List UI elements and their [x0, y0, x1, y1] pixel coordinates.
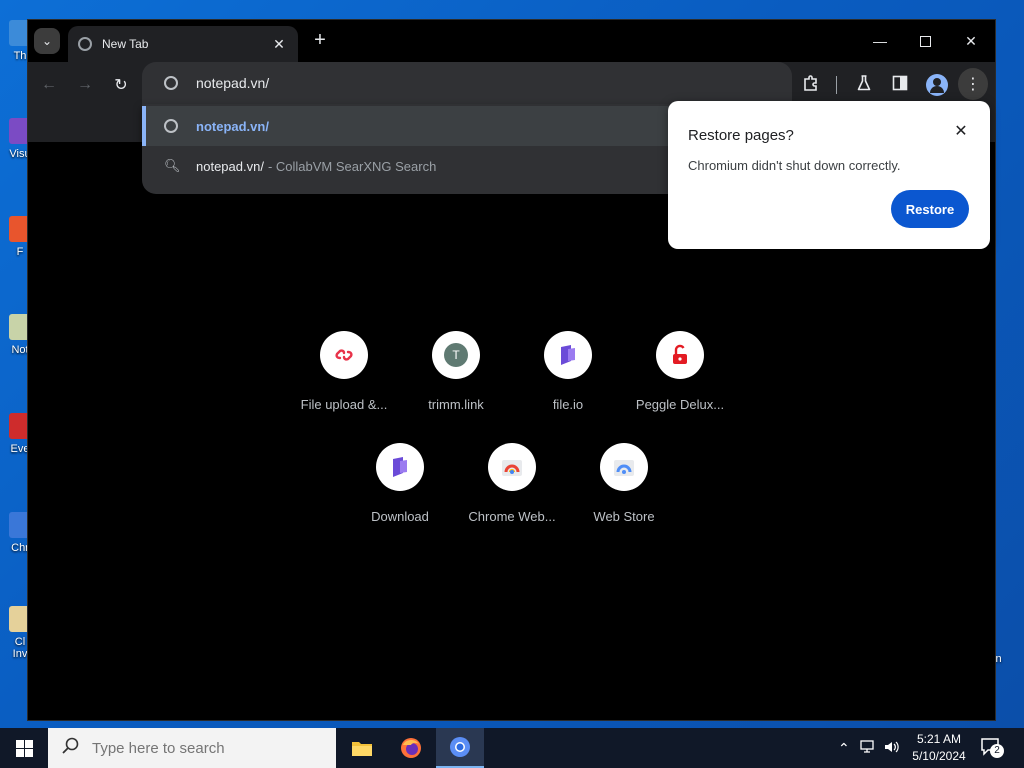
search-icon: [62, 737, 80, 760]
shortcut-tile[interactable]: Download: [344, 439, 456, 535]
shortcut-label: Web Store: [593, 509, 655, 524]
tab-title: New Tab: [102, 37, 149, 51]
menu-button[interactable]: ⋮: [958, 68, 988, 100]
reload-icon: ↻: [114, 77, 128, 94]
shortcut-label: File upload &...: [300, 397, 388, 412]
globe-icon: [164, 76, 178, 90]
fileio-logo-icon: [376, 443, 424, 491]
plus-icon: +: [314, 29, 326, 51]
puzzle-icon: [802, 74, 820, 96]
shortcut-tile[interactable]: Peggle Delux...: [624, 327, 736, 423]
maximize-button[interactable]: [902, 28, 948, 54]
globe-icon: [78, 37, 92, 51]
chrome-web-store-icon: [488, 443, 536, 491]
shortcut-tile[interactable]: file.io: [512, 327, 624, 423]
three-dots-vertical-icon: ⋮: [965, 76, 981, 93]
tab-search-button[interactable]: ⌄: [34, 28, 60, 54]
new-tab-button[interactable]: +: [310, 30, 330, 50]
dialog-title: Restore pages?: [688, 127, 794, 144]
close-icon[interactable]: ✕: [270, 36, 288, 53]
dialog-message: Chromium didn't shut down correctly.: [688, 158, 901, 173]
flask-icon: [856, 74, 872, 96]
maximize-icon: [919, 35, 931, 47]
letter-t-icon: T: [432, 331, 480, 379]
fileio-logo-icon: [544, 331, 592, 379]
start-button[interactable]: [0, 728, 48, 768]
shortcut-label: Peggle Delux...: [635, 397, 725, 412]
suggestion-text: notepad.vn/: [196, 118, 269, 134]
tab-new-tab[interactable]: New Tab ✕: [68, 26, 298, 62]
taskbar: ⌃ 5:21 AM 5/10/2024 2: [0, 728, 1024, 768]
search-icon: 🔍︎: [164, 158, 181, 173]
restore-pages-dialog: Restore pages? ✕ Chromium didn't shut do…: [668, 101, 990, 249]
tab-strip: ⌄ New Tab ✕ + — ✕: [28, 20, 995, 62]
omnibox[interactable]: [142, 62, 792, 104]
browser-window: ⌄ New Tab ✕ + — ✕ ← → ↻ notepad.vn/ ⋮ Fi…: [28, 20, 995, 720]
minimize-icon: —: [873, 33, 887, 49]
avatar-icon: [933, 78, 941, 86]
reload-button[interactable]: ↻: [108, 72, 134, 98]
shortcut-label: Chrome Web...: [468, 509, 556, 524]
side-panel-button[interactable]: [888, 74, 912, 96]
chromium-icon: [450, 737, 470, 757]
taskbar-search-input[interactable]: [92, 739, 312, 757]
windows-logo-icon: [15, 739, 33, 757]
shortcut-tile[interactable]: T trimm.link: [400, 327, 512, 423]
restore-button[interactable]: Restore: [891, 190, 969, 228]
suggestion-text: notepad.vn/: [196, 158, 264, 174]
notifications-button[interactable]: 2: [980, 736, 1004, 760]
chevron-down-icon: ⌄: [41, 34, 53, 48]
close-icon[interactable]: ✕: [952, 123, 970, 141]
shortcut-tile[interactable]: Web Store: [568, 439, 680, 535]
close-window-button[interactable]: ✕: [948, 28, 994, 54]
minimize-button[interactable]: —: [857, 28, 903, 54]
firefox-icon: [401, 738, 421, 758]
address-input[interactable]: [196, 75, 596, 91]
shortcut-label: trimm.link: [428, 397, 484, 412]
volume-icon[interactable]: [884, 740, 900, 757]
suggestion-subtext: - CollabVM SearXNG Search: [267, 158, 437, 174]
web-store-icon: [600, 443, 648, 491]
notification-badge: 2: [990, 744, 1004, 758]
taskbar-search[interactable]: [48, 728, 336, 768]
unlock-icon: [656, 331, 704, 379]
shortcut-tile[interactable]: Chrome Web...: [456, 439, 568, 535]
clock-date: 5/10/2024: [912, 749, 966, 763]
chevron-up-icon[interactable]: ⌃: [838, 740, 850, 757]
arrow-left-icon: ←: [41, 76, 57, 93]
toolbar-divider: [836, 76, 837, 94]
clock-time: 5:21 AM: [916, 732, 962, 746]
shortcut-tile[interactable]: File upload &...: [288, 327, 400, 423]
side-panel-icon: [892, 75, 908, 95]
link-icon: [320, 331, 368, 379]
chromium-taskbar-button[interactable]: [436, 728, 484, 768]
shortcut-label: Download: [371, 509, 429, 524]
arrow-right-icon: →: [77, 76, 93, 93]
extensions-button[interactable]: [799, 74, 823, 96]
forward-button[interactable]: →: [72, 72, 98, 98]
shortcut-label: file.io: [552, 397, 584, 412]
close-icon: ✕: [965, 32, 977, 49]
globe-icon: [164, 119, 178, 133]
avatar-body-icon: [930, 86, 944, 93]
clock[interactable]: 5:21 AM 5/10/2024: [904, 731, 974, 765]
system-tray: ⌃: [838, 728, 900, 768]
back-button[interactable]: ←: [36, 72, 62, 98]
file-explorer-taskbar-button[interactable]: [338, 728, 386, 768]
firefox-taskbar-button[interactable]: [387, 728, 435, 768]
folder-icon: [352, 742, 372, 756]
labs-button[interactable]: [852, 74, 876, 96]
network-icon[interactable]: [860, 739, 876, 757]
profile-button[interactable]: [926, 74, 948, 96]
